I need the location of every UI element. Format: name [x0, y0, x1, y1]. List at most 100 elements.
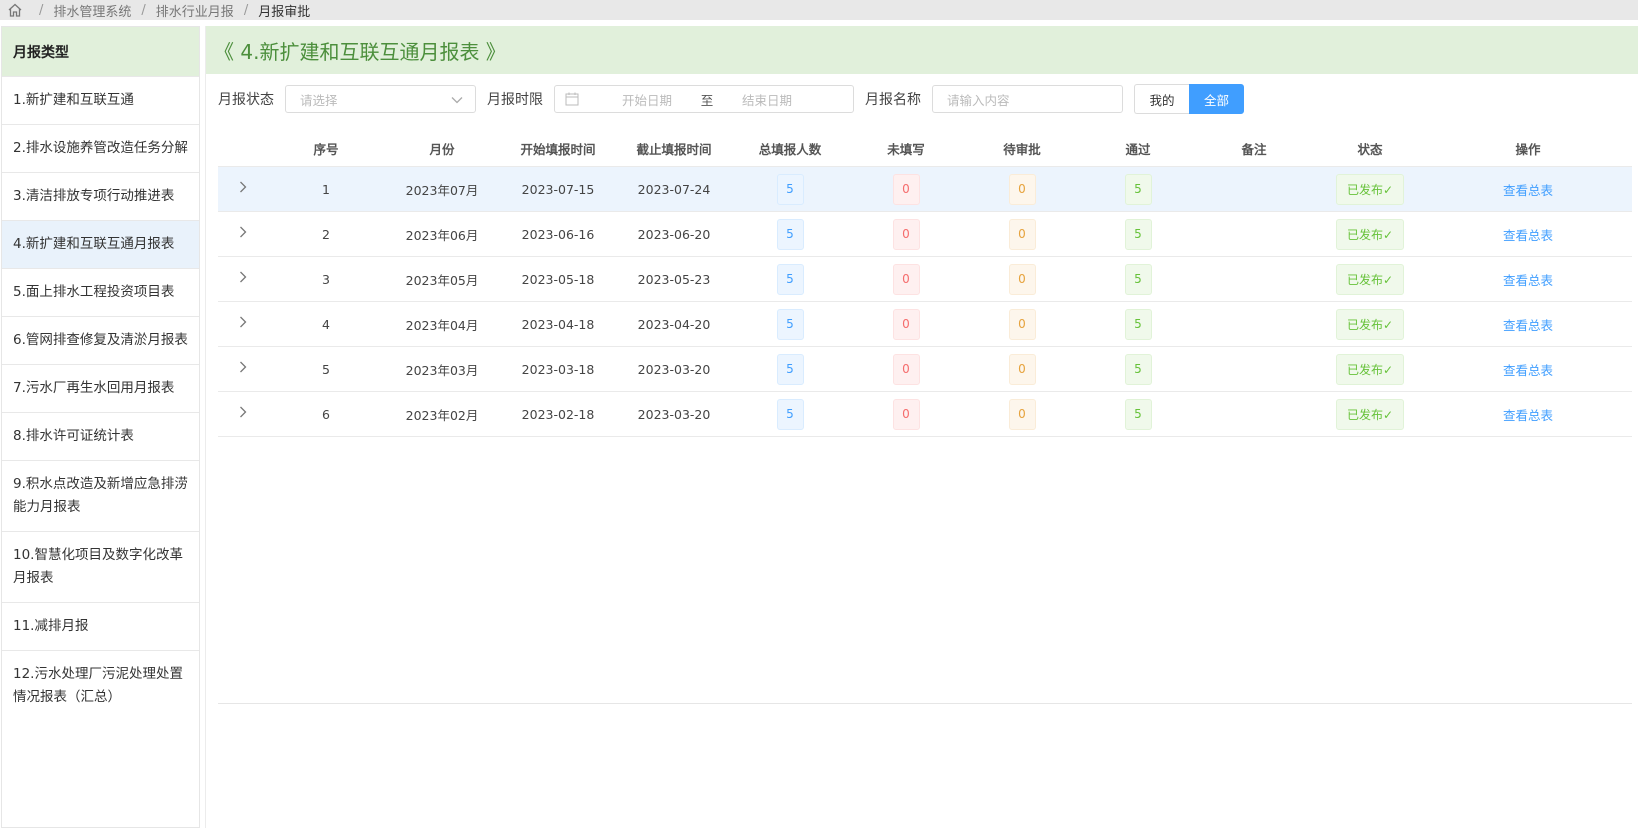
end-cell: 2023-04-20 [637, 316, 711, 332]
end-cell: 2023-06-20 [637, 226, 711, 242]
month-cell: 2023年02月 [405, 407, 479, 423]
sidebar-item[interactable]: 1.新扩建和互联互通 [2, 76, 199, 124]
start-cell: 2023-04-18 [521, 316, 595, 332]
month-cell: 2023年05月 [405, 272, 479, 288]
status-badge: 已发布✓ [1335, 308, 1405, 340]
home-icon[interactable] [7, 3, 23, 17]
table-row[interactable]: 1 2023年07月 2023-07-15 2023-07-24 5 0 0 5 已发布✓ 查看总… [218, 166, 1632, 211]
unfilled-count-badge: 0 [892, 173, 920, 205]
scope-toggle: 我的 全部 [1134, 84, 1244, 114]
expand-chevron-icon[interactable] [239, 361, 247, 377]
total-count-badge: 5 [776, 398, 804, 430]
table-row[interactable]: 5 2023年03月 2023-03-18 2023-03-20 5 0 0 5 已发布✓ 查看总… [218, 346, 1632, 391]
no-cell: 5 [322, 361, 330, 377]
unfilled-count-badge: 0 [892, 263, 920, 295]
view-summary-link[interactable]: 查看总表 [1503, 180, 1553, 199]
calendar-icon [565, 92, 579, 106]
end-date-input[interactable]: 结束日期 [727, 90, 807, 109]
status-badge: 已发布✓ [1335, 353, 1405, 385]
view-summary-link[interactable]: 查看总表 [1503, 315, 1553, 334]
status-badge: 已发布✓ [1335, 263, 1405, 295]
no-cell: 6 [322, 406, 330, 422]
expand-chevron-icon[interactable] [239, 316, 247, 332]
column-header: 月份 [429, 141, 455, 157]
view-summary-link[interactable]: 查看总表 [1503, 360, 1553, 379]
no-cell: 3 [322, 271, 330, 287]
date-range-picker[interactable]: 开始日期 至 结束日期 [554, 85, 854, 113]
end-cell: 2023-07-24 [637, 181, 711, 197]
column-header: 截止填报时间 [636, 141, 712, 157]
start-cell: 2023-03-18 [521, 361, 595, 377]
sidebar-item[interactable]: 3.清洁排放专项行动推进表 [2, 172, 199, 220]
no-cell: 1 [322, 181, 330, 197]
status-select[interactable]: 请选择 [285, 85, 476, 113]
all-button[interactable]: 全部 [1189, 84, 1244, 114]
expand-chevron-icon[interactable] [239, 226, 247, 242]
end-cell: 2023-03-20 [637, 406, 711, 422]
period-filter-label: 月报时限 [487, 92, 543, 108]
name-filter-label: 月报名称 [865, 92, 921, 108]
sidebar-item[interactable]: 5.面上排水工程投资项目表 [2, 268, 199, 316]
sidebar-item[interactable]: 8.排水许可证统计表 [2, 412, 199, 460]
column-header: 操作 [1515, 141, 1541, 157]
status-badge: 已发布✓ [1335, 218, 1405, 250]
column-header: 未填写 [887, 141, 925, 157]
sidebar-item[interactable]: 4.新扩建和互联互通月报表 [2, 220, 199, 268]
start-cell: 2023-02-18 [521, 406, 595, 422]
column-header: 备注 [1241, 141, 1267, 157]
sidebar-item[interactable]: 11.减排月报 [2, 602, 199, 650]
sidebar-item[interactable]: 9.积水点改造及新增应急排涝能力月报表 [2, 460, 199, 531]
breadcrumb-item[interactable]: 排水行业月报 [156, 1, 234, 20]
total-count-badge: 5 [776, 308, 804, 340]
chevron-down-icon [451, 92, 463, 107]
pending-count-badge: 0 [1008, 308, 1036, 340]
passed-count-badge: 5 [1124, 398, 1152, 430]
sidebar-item[interactable]: 10.智慧化项目及数字化改革月报表 [2, 531, 199, 602]
expand-chevron-icon[interactable] [239, 406, 247, 422]
date-range-separator: 至 [700, 92, 714, 108]
view-summary-link[interactable]: 查看总表 [1503, 405, 1553, 424]
table-body: 1 2023年07月 2023-07-15 2023-07-24 5 0 0 5 已发布✓ 查看总… [218, 166, 1632, 436]
month-cell: 2023年04月 [405, 317, 479, 333]
column-header: 开始填报时间 [520, 141, 596, 157]
column-header: 序号 [313, 141, 339, 157]
expand-chevron-icon[interactable] [239, 271, 247, 287]
expand-chevron-icon[interactable] [239, 181, 247, 197]
no-cell: 4 [322, 316, 330, 332]
sidebar-item[interactable]: 12.污水处理厂污泥处理处置情况报表（汇总） [2, 650, 199, 721]
filter-bar: 月报状态 请选择 月报时限 开始日期 至 结束日期 月报名称 请输入内容 我的 … [218, 84, 1244, 114]
name-search-input[interactable]: 请输入内容 [932, 85, 1123, 113]
column-header: 通过 [1125, 141, 1151, 157]
table-row[interactable]: 3 2023年05月 2023-05-18 2023-05-23 5 0 0 5 已发布✓ 查看总… [218, 256, 1632, 301]
page-title: 《 4.新扩建和互联互通月报表 》 [206, 26, 1638, 74]
start-cell: 2023-06-16 [521, 226, 595, 242]
table-row[interactable]: 2 2023年06月 2023-06-16 2023-06-20 5 0 0 5 已发布✓ 查看总… [218, 211, 1632, 256]
passed-count-badge: 5 [1124, 263, 1152, 295]
start-date-input[interactable]: 开始日期 [607, 90, 687, 109]
total-count-badge: 5 [776, 173, 804, 205]
total-count-badge: 5 [776, 263, 804, 295]
no-cell: 2 [322, 226, 330, 242]
sidebar: 月报类型 1.新扩建和互联互通 2.排水设施养管改造任务分解 3.清洁排放专项行动推… [1, 26, 200, 828]
passed-count-badge: 5 [1124, 173, 1152, 205]
end-cell: 2023-05-23 [637, 271, 711, 287]
sidebar-item[interactable]: 6.管网排查修复及清淤月报表 [2, 316, 199, 364]
sidebar-list: 1.新扩建和互联互通 2.排水设施养管改造任务分解 3.清洁排放专项行动推进表 4.新… [2, 76, 199, 721]
sidebar-item[interactable]: 7.污水厂再生水回用月报表 [2, 364, 199, 412]
table-row[interactable]: 4 2023年04月 2023-04-18 2023-04-20 5 0 0 5 已发布✓ 查看总… [218, 301, 1632, 346]
status-badge: 已发布✓ [1335, 398, 1405, 430]
view-summary-link[interactable]: 查看总表 [1503, 270, 1553, 289]
sidebar-title: 月报类型 [2, 27, 199, 76]
table-row[interactable]: 6 2023年02月 2023-02-18 2023-03-20 5 0 0 5 已发布✓ 查看总… [218, 391, 1632, 436]
mine-button[interactable]: 我的 [1134, 84, 1189, 114]
breadcrumb: / 排水管理系统 / 排水行业月报 / 月报审批 [0, 0, 1638, 20]
column-header: 总填报人数 [758, 141, 822, 157]
column-header: 状态 [1357, 141, 1383, 157]
unfilled-count-badge: 0 [892, 398, 920, 430]
column-header: 待审批 [1003, 141, 1041, 157]
end-cell: 2023-03-20 [637, 361, 711, 377]
breadcrumb-item[interactable]: 排水管理系统 [53, 1, 131, 20]
report-table: 序号 月份 开始填报时间 截止填报时间 总填报人数 未填写 待审批 通过 备注 状态 操作 1 202… [218, 130, 1632, 437]
view-summary-link[interactable]: 查看总表 [1503, 225, 1553, 244]
sidebar-item[interactable]: 2.排水设施养管改造任务分解 [2, 124, 199, 172]
